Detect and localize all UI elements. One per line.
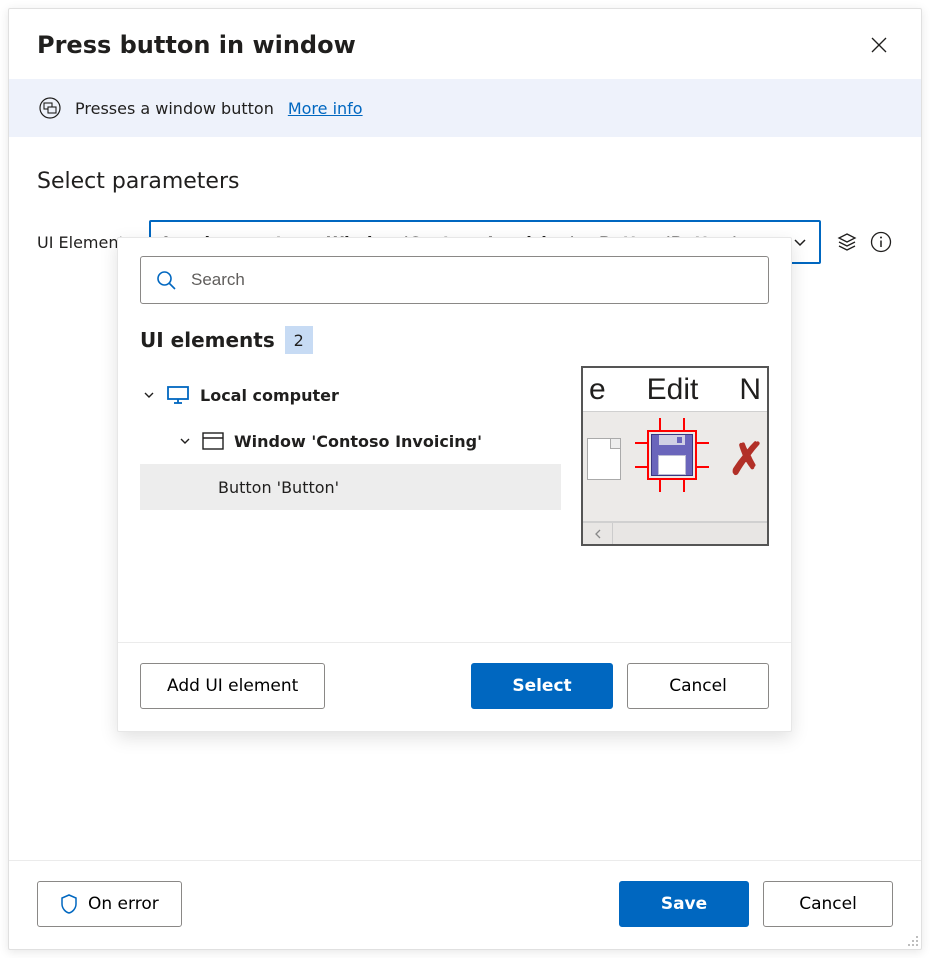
section-title: Select parameters [37,169,893,194]
ui-elements-count: 2 [285,326,313,354]
on-error-button[interactable]: On error [37,881,182,927]
close-button[interactable] [865,31,893,59]
resize-grip-icon[interactable] [905,933,919,947]
preview-menu-strip: e Edit N [583,368,767,412]
ui-elements-heading: UI elements 2 [140,326,769,354]
chevron-down-icon[interactable] [178,435,192,447]
dropdown-cancel-button[interactable]: Cancel [627,663,769,709]
banner-text: Presses a window button [75,99,274,118]
search-input[interactable] [189,269,754,291]
search-box[interactable] [140,256,769,304]
dialog-header: Press button in window [9,9,921,79]
dialog-title: Press button in window [37,31,356,59]
save-button[interactable]: Save [619,881,749,927]
preview-scrollbar [583,522,767,544]
tree-node-button[interactable]: Button 'Button' [140,464,561,510]
info-banner: Presses a window button More info [9,79,921,137]
cancel-button[interactable]: Cancel [763,881,893,927]
add-ui-element-button[interactable]: Add UI element [140,663,325,709]
preview-toolbar: ✗ [583,412,767,522]
preview-text-edit: Edit [647,373,699,407]
tree-node-window[interactable]: Window 'Contoso Invoicing' [140,418,561,464]
close-icon [871,37,887,53]
more-info-link[interactable]: More info [288,99,363,118]
action-icon [39,97,61,119]
on-error-label: On error [88,894,159,914]
element-preview: e Edit N ✗ [581,366,769,546]
target-icon [635,418,709,492]
dropdown-footer: Add UI element Select Cancel [140,643,769,731]
tree-node-label: Window 'Contoso Invoicing' [234,432,482,451]
window-icon [202,432,224,450]
info-icon [870,231,892,253]
layers-icon [836,231,858,253]
delete-icon: ✗ [728,434,765,485]
ui-tree: Local computer Window 'Contoso Invoicing… [140,372,561,572]
document-icon [587,438,621,480]
tree-node-local-computer[interactable]: Local computer [140,372,561,418]
tree-node-label: Button 'Button' [218,478,339,497]
dialog-press-button-in-window: Press button in window Presses a window … [8,8,922,950]
preview-text-fragment: N [739,373,761,407]
chevron-down-icon [793,235,807,249]
side-icons [835,230,893,254]
tree-area: Local computer Window 'Contoso Invoicing… [140,372,769,572]
search-icon [155,269,177,291]
chevron-down-icon[interactable] [142,389,156,401]
select-button[interactable]: Select [471,663,613,709]
dialog-body: Select parameters UI Element: Local comp… [9,137,921,860]
info-button[interactable] [869,230,893,254]
tree-node-label: Local computer [200,386,339,405]
ui-picker-button[interactable] [835,230,859,254]
dialog-footer: On error Save Cancel [9,860,921,949]
ui-elements-label: UI elements [140,328,275,352]
preview-text-fragment: e [589,373,606,407]
scroll-left-icon [583,523,613,544]
shield-icon [60,894,78,914]
ui-element-dropdown: UI elements 2 Local computer [117,237,792,732]
computer-icon [166,385,190,405]
